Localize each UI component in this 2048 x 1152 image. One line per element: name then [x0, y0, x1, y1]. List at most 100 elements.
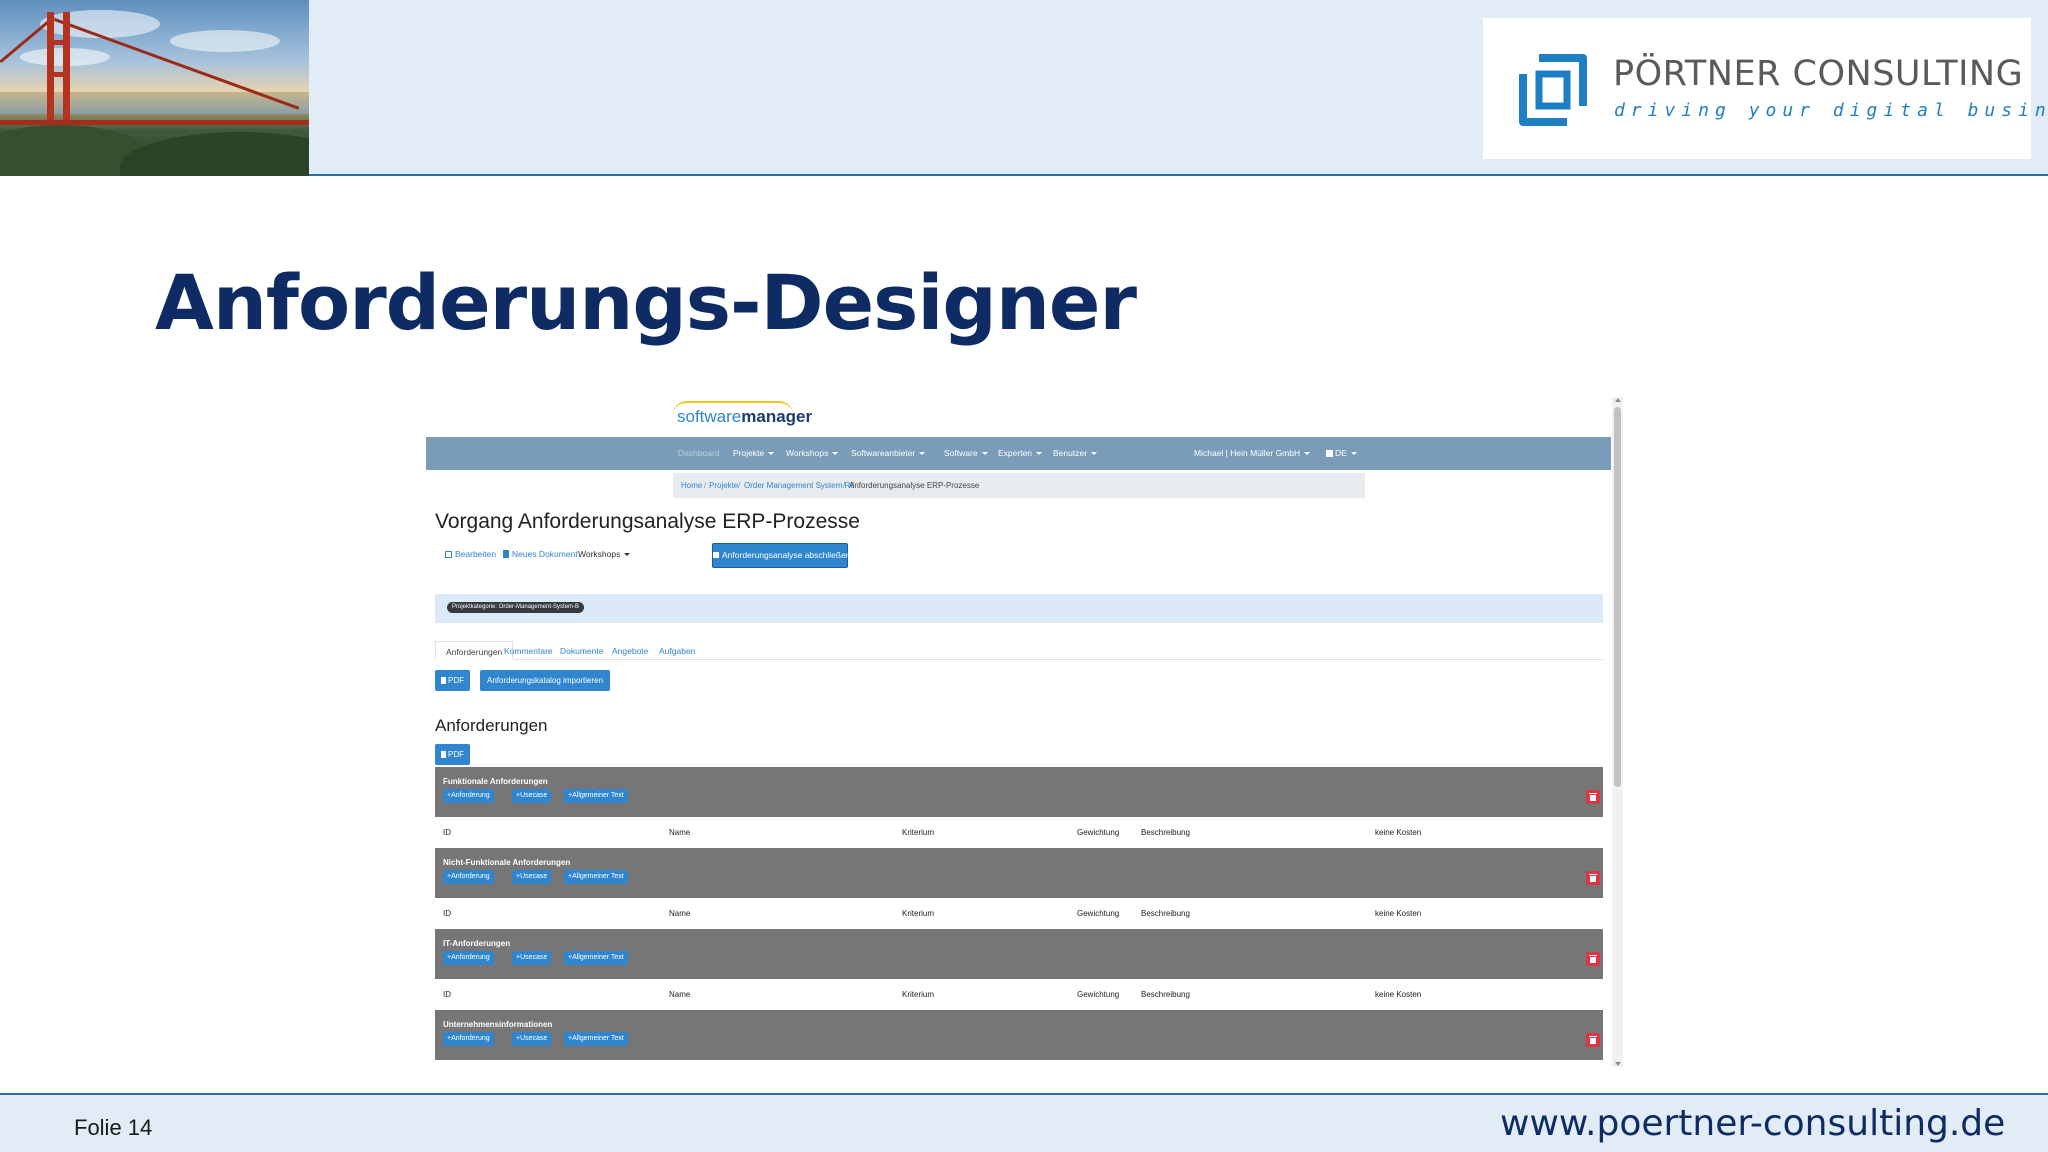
chevron-down-icon	[832, 452, 839, 456]
nav-language[interactable]: DE	[1326, 448, 1357, 458]
logo-tagline: driving your digital business	[1614, 100, 2048, 121]
workshops-dropdown-label: Workshops	[578, 549, 621, 559]
add-requirement-button[interactable]: +Anforderung	[443, 1032, 494, 1046]
company-logo: PÖRTNER CONSULTING driving your digital …	[1483, 18, 2048, 159]
col-kriterium: Kriterium	[902, 909, 935, 918]
new-document-label: Neues Dokument	[512, 549, 578, 559]
add-usecase-button[interactable]: +Usecase	[512, 789, 552, 803]
col-gewichtung: Gewichtung	[1077, 990, 1120, 999]
edit-link[interactable]: Bearbeiten	[445, 549, 496, 559]
add-text-button[interactable]: +Allgemeiner Text	[564, 951, 628, 965]
logo-name: PÖRTNER CONSULTING	[1613, 54, 2024, 94]
tab-angebote[interactable]: Angebote	[612, 641, 648, 660]
add-requirement-button[interactable]: +Anforderung	[443, 951, 494, 965]
tab-dokumente[interactable]: Dokumente	[560, 641, 603, 660]
footer-url[interactable]: www.poertner-consulting.de	[1500, 1103, 2005, 1144]
add-usecase-button[interactable]: +Usecase	[512, 951, 552, 965]
scrollbar-thumb[interactable]	[1614, 407, 1621, 787]
unlock-icon	[713, 552, 719, 558]
footer-band: Folie 14 www.poertner-consulting.de	[0, 1093, 2048, 1152]
table-header-row: ID Name Kriterium Gewichtung Beschreibun…	[435, 817, 1603, 847]
import-catalog-button[interactable]: Anforderungskatalog importieren	[480, 670, 611, 691]
col-kosten: keine Kosten	[1375, 990, 1422, 999]
group-company-info: Unternehmensinformationen +Anforderung +…	[435, 1010, 1603, 1060]
file-icon	[441, 677, 446, 684]
trash-icon[interactable]	[1586, 952, 1600, 966]
breadcrumb-project[interactable]: Order Management System Rtl	[744, 481, 854, 490]
nav-benutzer[interactable]: Benutzer	[1053, 448, 1098, 458]
new-document-link[interactable]: Neues Dokument	[503, 549, 578, 559]
add-requirement-label: Anforderung	[451, 873, 490, 880]
flag-icon	[1326, 450, 1333, 457]
nav-dashboard[interactable]: Dashboard	[678, 448, 720, 458]
logo-part-software: software	[677, 407, 742, 426]
nav-softwareanbieter-label: Softwareanbieter	[851, 448, 916, 458]
add-text-button[interactable]: +Allgemeiner Text	[564, 789, 628, 803]
group-it: IT-Anforderungen +Anforderung +Usecase +…	[435, 929, 1603, 979]
nav-software[interactable]: Software	[944, 448, 988, 458]
tab-kommentare[interactable]: Kommentare	[504, 641, 553, 660]
nav-projekte[interactable]: Projekte	[733, 448, 775, 458]
softwaremanager-logo[interactable]: softwaremanager	[677, 407, 812, 427]
col-beschreibung: Beschreibung	[1141, 828, 1190, 837]
workshops-dropdown[interactable]: Workshops	[578, 549, 631, 559]
add-text-button[interactable]: +Allgemeiner Text	[564, 1032, 628, 1046]
tab-aufgaben[interactable]: Aufgaben	[659, 641, 695, 660]
add-usecase-label: Usecase	[520, 1035, 548, 1042]
requirements-pdf-button[interactable]: PDF	[435, 744, 470, 765]
col-name: Name	[669, 828, 691, 837]
nav-user-menu[interactable]: Michael | Hein Müller GmbH	[1194, 448, 1311, 458]
requirements-pdf-label: PDF	[448, 750, 464, 759]
add-usecase-label: Usecase	[520, 873, 548, 880]
scroll-down-icon[interactable]	[1615, 1062, 1621, 1066]
trash-icon[interactable]	[1586, 1033, 1600, 1047]
nav-experten[interactable]: Experten	[998, 448, 1043, 458]
group-title: Unternehmensinformationen	[443, 1020, 553, 1029]
logo-part-manager: manager	[741, 407, 813, 426]
group-functional: Funktionale Anforderungen +Anforderung +…	[435, 767, 1603, 817]
scroll-up-icon[interactable]	[1615, 398, 1621, 402]
col-kriterium: Kriterium	[902, 990, 935, 999]
requirements-heading: Anforderungen	[435, 716, 548, 735]
add-text-label: Allgemeiner Text	[572, 873, 624, 880]
chevron-down-icon	[1350, 452, 1357, 456]
chevron-down-icon	[768, 452, 775, 456]
add-requirement-button[interactable]: +Anforderung	[443, 870, 494, 884]
breadcrumb-projekte[interactable]: Projekte	[709, 481, 738, 490]
breadcrumb-separator: /	[738, 481, 741, 490]
tab-anforderungen[interactable]: Anforderungen	[435, 641, 514, 660]
nav-projekte-label: Projekte	[733, 448, 765, 458]
add-usecase-button[interactable]: +Usecase	[512, 870, 552, 884]
pdf-button[interactable]: PDF	[435, 670, 470, 691]
golden-gate-photo	[0, 0, 309, 176]
add-requirement-label: Anforderung	[451, 1035, 490, 1042]
nav-experten-label: Experten	[998, 448, 1033, 458]
company-logo-icon	[1519, 54, 1587, 126]
add-usecase-label: Usecase	[520, 954, 548, 961]
col-name: Name	[669, 909, 691, 918]
trash-icon[interactable]	[1586, 790, 1600, 804]
col-kosten: keine Kosten	[1375, 828, 1422, 837]
app-scrollbar[interactable]	[1612, 397, 1623, 1067]
add-text-label: Allgemeiner Text	[572, 792, 624, 799]
category-band: Projektkategorie: Order-Management-Syste…	[435, 594, 1603, 623]
slide: PÖRTNER CONSULTING driving your digital …	[0, 0, 2048, 1152]
add-text-label: Allgemeiner Text	[572, 954, 624, 961]
add-usecase-button[interactable]: +Usecase	[512, 1032, 552, 1046]
finish-analysis-button[interactable]: Anforderungsanalyse abschließen	[712, 543, 851, 568]
finish-analysis-label: Anforderungsanalyse abschließen	[722, 550, 851, 560]
nav-softwareanbieter[interactable]: Softwareanbieter	[851, 448, 926, 458]
chevron-down-icon	[624, 553, 631, 557]
nav-user-label: Michael | Hein Müller GmbH	[1194, 448, 1301, 458]
breadcrumb-home[interactable]: Home	[681, 481, 702, 490]
add-text-button[interactable]: +Allgemeiner Text	[564, 870, 628, 884]
nav-workshops-label: Workshops	[786, 448, 829, 458]
file-icon	[503, 550, 509, 558]
add-requirement-button[interactable]: +Anforderung	[443, 789, 494, 803]
file-icon	[441, 751, 446, 758]
trash-icon[interactable]	[1586, 871, 1600, 885]
col-kosten: keine Kosten	[1375, 909, 1422, 918]
chevron-down-icon	[1091, 452, 1098, 456]
nav-workshops[interactable]: Workshops	[786, 448, 839, 458]
nav-software-label: Software	[944, 448, 978, 458]
